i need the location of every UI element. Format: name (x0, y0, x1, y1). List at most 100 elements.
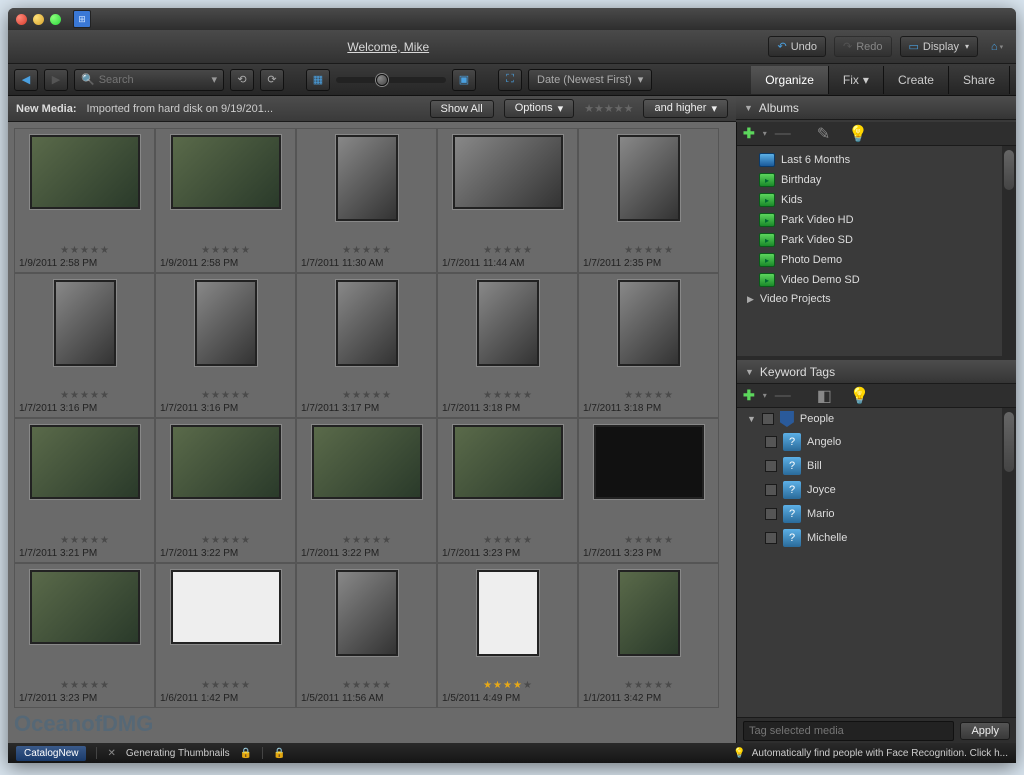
and-higher-dropdown[interactable]: and higher▾ (643, 99, 728, 118)
checkbox[interactable] (762, 413, 774, 425)
chevron-down-icon[interactable]: ▾ (211, 73, 217, 86)
thumbnail-cell[interactable]: ★★★★★1/7/2011 3:18 PM (437, 273, 578, 418)
thumbnail-cell[interactable]: ★★★★★1/7/2011 3:23 PM (578, 418, 719, 563)
albums-panel-header[interactable]: ▼ Albums (736, 96, 1016, 120)
bulb-icon[interactable]: 💡 (848, 124, 868, 144)
tab-share[interactable]: Share (949, 66, 1010, 94)
thumbnail-cell[interactable]: ★★★★★1/9/2011 2:58 PM (155, 128, 296, 273)
star-rating[interactable]: ★★★★★ (201, 535, 250, 546)
thumbnail-cell[interactable]: ★★★★★1/1/2011 3:42 PM (578, 563, 719, 708)
search-input[interactable]: 🔍 ▾ (74, 69, 224, 91)
star-rating[interactable]: ★★★★★ (483, 390, 532, 401)
star-rating[interactable]: ★★★★★ (342, 535, 391, 546)
star-rating[interactable]: ★★★★★ (60, 245, 109, 256)
catalog-button[interactable]: CatalogNew (16, 746, 86, 761)
tag-input[interactable] (743, 721, 954, 741)
add-tag-button[interactable]: ✚ (743, 387, 755, 404)
delete-album-button[interactable]: — (775, 125, 791, 143)
thumbnail-cell[interactable]: ★★★★★1/7/2011 11:30 AM (296, 128, 437, 273)
scrollbar[interactable] (1002, 408, 1016, 717)
single-view-button[interactable]: ▣ (452, 69, 476, 91)
checkbox[interactable] (765, 508, 777, 520)
thumbnail-cell[interactable]: ★★★★★1/5/2011 4:49 PM (437, 563, 578, 708)
close-icon[interactable] (16, 14, 27, 25)
thumbnail-cell[interactable]: ★★★★★1/7/2011 3:18 PM (578, 273, 719, 418)
star-rating[interactable]: ★★★★★ (60, 680, 109, 691)
tag-item[interactable]: ?Angelo (737, 430, 1016, 454)
star-rating[interactable]: ★★★★★ (201, 680, 250, 691)
edit-album-button[interactable]: ✎ (817, 124, 830, 144)
star-rating[interactable]: ★★★★★ (483, 535, 532, 546)
grid-view-button[interactable]: ▦ (306, 69, 330, 91)
star-rating[interactable]: ★★★★★ (342, 245, 391, 256)
album-item[interactable]: ▸Birthday (737, 170, 1016, 190)
thumbnail-cell[interactable]: ★★★★★1/7/2011 3:17 PM (296, 273, 437, 418)
star-rating[interactable]: ★★★★★ (60, 390, 109, 401)
apply-tag-button[interactable]: Apply (960, 722, 1010, 740)
album-item[interactable]: ▸Photo Demo (737, 250, 1016, 270)
rotate-right-button[interactable]: ⟳ (260, 69, 284, 91)
sort-dropdown[interactable]: Date (Newest First)▾ (528, 69, 652, 91)
tags-panel-header[interactable]: ▼ Keyword Tags (737, 360, 1016, 384)
album-item[interactable]: Last 6 Months (737, 150, 1016, 170)
star-rating[interactable]: ★★★★★ (483, 245, 532, 256)
options-dropdown[interactable]: Options▾ (504, 99, 574, 118)
thumbnail-cell[interactable]: ★★★★★1/7/2011 11:44 AM (437, 128, 578, 273)
star-rating[interactable]: ★★★★★ (60, 535, 109, 546)
zoom-icon[interactable] (50, 14, 61, 25)
thumbnail-cell[interactable]: ★★★★★1/6/2011 1:42 PM (155, 563, 296, 708)
status-tip[interactable]: Automatically find people with Face Reco… (752, 748, 1008, 759)
album-item[interactable]: ▸Park Video SD (737, 230, 1016, 250)
star-rating[interactable]: ★★★★★ (342, 390, 391, 401)
thumbnail-cell[interactable]: ★★★★★1/7/2011 3:23 PM (14, 563, 155, 708)
thumbnail-cell[interactable]: ★★★★★1/7/2011 3:16 PM (14, 273, 155, 418)
thumbnail-cell[interactable]: ★★★★★1/9/2011 2:58 PM (14, 128, 155, 273)
checkbox[interactable] (765, 460, 777, 472)
tag-category[interactable]: ▼ People (737, 408, 1016, 430)
album-item[interactable]: ▸Video Demo SD (737, 270, 1016, 290)
thumbnail-cell[interactable]: ★★★★★1/7/2011 3:22 PM (155, 418, 296, 563)
album-item[interactable]: ▸Park Video HD (737, 210, 1016, 230)
tab-organize[interactable]: Organize (751, 66, 829, 94)
thumbnail-cell[interactable]: ★★★★★1/7/2011 3:22 PM (296, 418, 437, 563)
thumbnail-cell[interactable]: ★★★★★1/5/2011 11:56 AM (296, 563, 437, 708)
fullscreen-button[interactable]: ⛶ (498, 69, 522, 91)
bulb-icon[interactable]: 💡 (850, 386, 870, 406)
star-rating[interactable]: ★★★★★ (201, 245, 250, 256)
star-rating[interactable]: ★★★★★ (342, 680, 391, 691)
welcome-link[interactable]: Welcome, Mike (16, 40, 760, 54)
tab-fix[interactable]: Fix▾ (829, 66, 884, 94)
album-group[interactable]: ▶ Video Projects (737, 290, 1016, 308)
home-button[interactable]: ⌂▾ (986, 36, 1008, 58)
redo-button[interactable]: ↷Redo (834, 36, 892, 57)
thumbnail-grid[interactable]: ★★★★★1/9/2011 2:58 PM★★★★★1/9/2011 2:58 … (8, 122, 736, 743)
minimize-icon[interactable] (33, 14, 44, 25)
thumbnail-cell[interactable]: ★★★★★1/7/2011 3:16 PM (155, 273, 296, 418)
star-rating[interactable]: ★★★★★ (624, 535, 673, 546)
tag-item[interactable]: ?Bill (737, 454, 1016, 478)
checkbox[interactable] (765, 436, 777, 448)
tag-item[interactable]: ?Mario (737, 502, 1016, 526)
add-album-button[interactable]: ✚ (743, 125, 755, 142)
display-button[interactable]: ▭Display▾ (900, 36, 979, 57)
thumbnail-cell[interactable]: ★★★★★1/7/2011 3:21 PM (14, 418, 155, 563)
album-item[interactable]: ▸Kids (737, 190, 1016, 210)
undo-button[interactable]: ↶Undo (768, 36, 826, 57)
checkbox[interactable] (765, 484, 777, 496)
thumbnail-cell[interactable]: ★★★★★1/7/2011 2:35 PM (578, 128, 719, 273)
search-field[interactable] (99, 74, 208, 86)
forward-button[interactable]: ▶ (44, 69, 68, 91)
tag-item[interactable]: ?Michelle (737, 526, 1016, 550)
slider-thumb[interactable] (376, 74, 388, 86)
scrollbar-thumb[interactable] (1004, 412, 1014, 472)
star-rating[interactable]: ★★★★★ (624, 680, 673, 691)
star-rating[interactable]: ★★★★★ (483, 680, 532, 691)
thumbnail-size-slider[interactable] (336, 77, 446, 83)
people-view-button[interactable]: ◧ (817, 386, 832, 406)
show-all-button[interactable]: Show All (430, 100, 494, 118)
chevron-down-icon[interactable]: ▾ (763, 391, 767, 400)
tag-item[interactable]: ?Joyce (737, 478, 1016, 502)
checkbox[interactable] (765, 532, 777, 544)
back-button[interactable]: ◀ (14, 69, 38, 91)
star-rating[interactable]: ★★★★★ (201, 390, 250, 401)
